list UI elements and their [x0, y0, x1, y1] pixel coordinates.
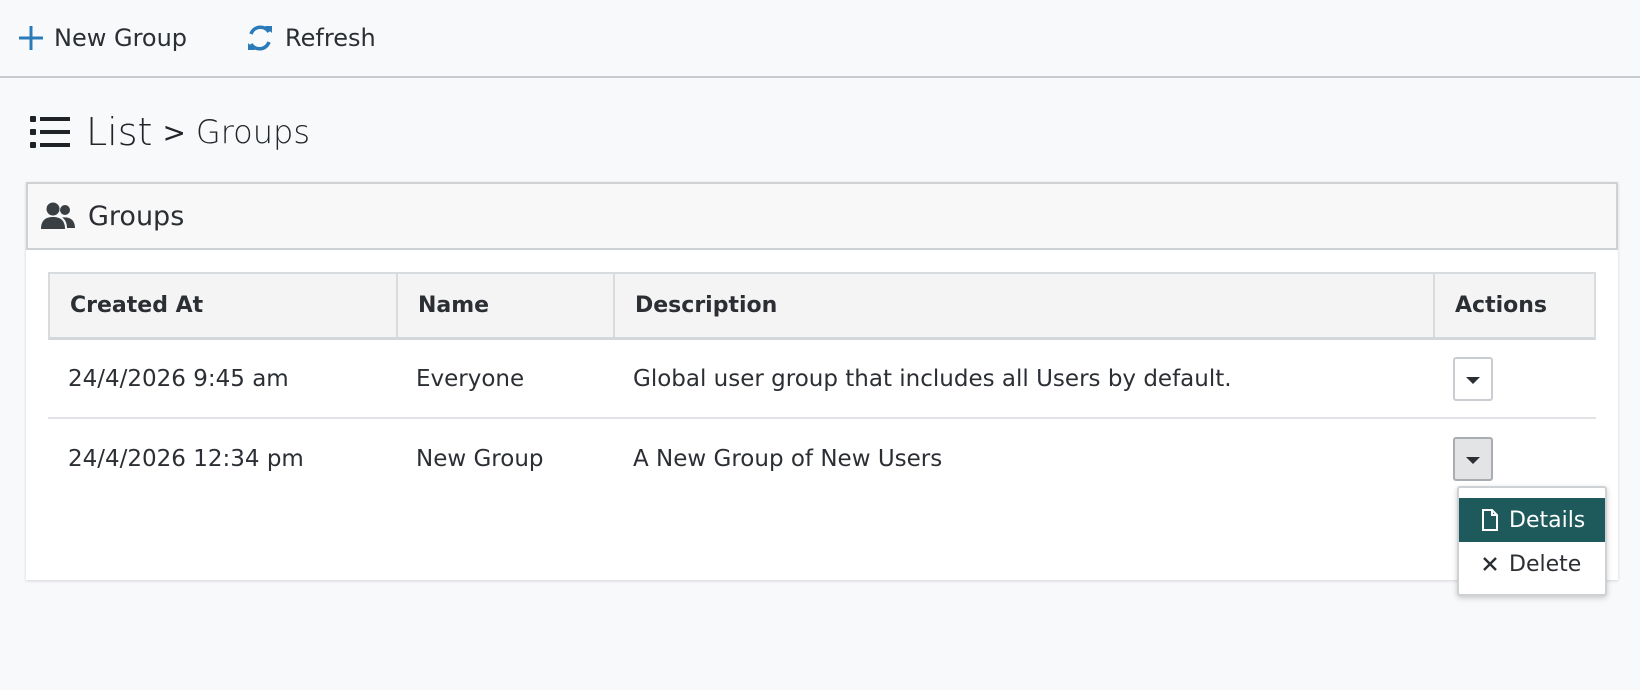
cell-name: Everyone [416, 365, 525, 392]
cell-created-at: 24/4/2026 12:34 pm [68, 445, 304, 472]
refresh-button[interactable]: Refresh [245, 18, 376, 58]
cell-name: New Group [416, 445, 544, 472]
file-icon [1482, 509, 1498, 531]
caret-down-icon [1466, 377, 1480, 384]
plus-icon [19, 26, 43, 50]
cell-description: A New Group of New Users [633, 445, 943, 472]
column-header-name[interactable]: Name [398, 274, 615, 337]
close-icon [1483, 557, 1497, 571]
cell-created-at: 24/4/2026 9:45 am [68, 365, 289, 392]
table-header: Created At Name Description Actions [48, 272, 1596, 340]
card-title: Groups [88, 200, 185, 232]
menu-item-delete-label: Delete [1509, 551, 1582, 577]
menu-item-delete[interactable]: Delete [1459, 542, 1605, 586]
caret-down-icon [1466, 457, 1480, 464]
actions-dropdown-menu: Details Delete [1457, 486, 1607, 596]
refresh-icon [248, 25, 273, 51]
card-header: Groups [26, 182, 1618, 250]
refresh-label: Refresh [285, 24, 376, 52]
new-group-label: New Group [54, 24, 188, 52]
breadcrumb-separator: > [162, 115, 186, 149]
groups-card: Groups Created At Name Description Actio… [26, 182, 1618, 580]
breadcrumb-groups: Groups [195, 113, 310, 151]
toolbar: New Group Refresh [0, 0, 1640, 78]
actions-dropdown-button[interactable] [1453, 436, 1493, 481]
menu-item-details-label: Details [1509, 507, 1586, 533]
breadcrumb-list[interactable]: List [86, 110, 152, 154]
menu-item-details[interactable]: Details [1459, 498, 1605, 542]
page-title: List > Groups [30, 108, 310, 156]
list-icon [30, 116, 70, 148]
new-group-button[interactable]: New Group [18, 18, 187, 58]
column-header-actions: Actions [1455, 293, 1547, 318]
actions-dropdown-button[interactable] [1453, 356, 1493, 401]
cell-actions [1433, 340, 1592, 417]
column-header-description[interactable]: Description [615, 274, 1435, 337]
table-row[interactable]: 24/4/2026 9:45 am Everyone Global user g… [48, 340, 1596, 419]
users-icon [41, 202, 75, 229]
column-header-created-at[interactable]: Created At [50, 274, 398, 337]
groups-table: Created At Name Description Actions 24/4… [48, 272, 1596, 498]
cell-description: Global user group that includes all User… [633, 365, 1232, 392]
table-row[interactable]: 24/4/2026 12:34 pm New Group A New Group… [48, 419, 1596, 498]
